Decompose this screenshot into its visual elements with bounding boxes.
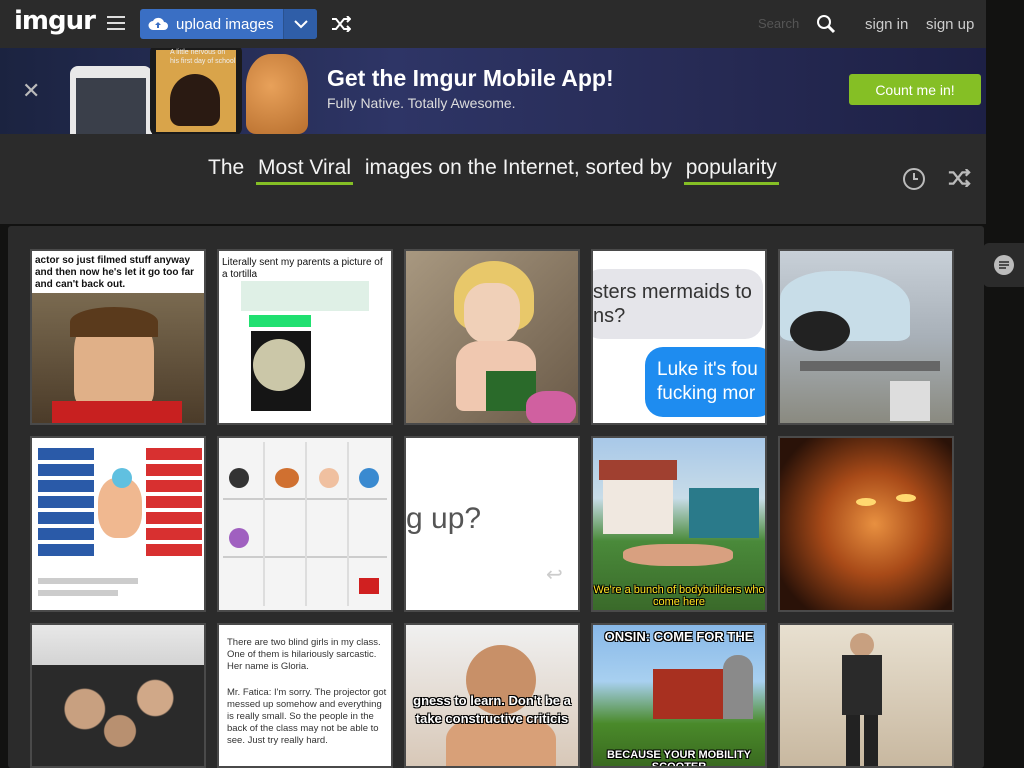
meme-caption: BECAUSE YOUR MOBILITY SCOOTER xyxy=(606,749,752,768)
thumbnail-caption: Literally sent my parents a picture of a… xyxy=(222,257,383,280)
gallery-thumbnail[interactable] xyxy=(778,623,954,768)
phone-caption: A little nervous on his first day of sch… xyxy=(170,49,236,65)
close-icon[interactable]: ✕ xyxy=(22,78,40,104)
meme-caption: take constructive criticis xyxy=(415,711,569,726)
upload-label: upload images xyxy=(176,15,274,33)
headline-middle: images on the Internet, sorted by xyxy=(364,156,672,179)
thumbnail-caption: actor so just filmed stuff anyway and th… xyxy=(35,255,195,290)
gallery-thumbnail[interactable]: sters mermaids to ns? Luke it's fou fuck… xyxy=(591,249,767,425)
upload-images-button[interactable]: upload images xyxy=(140,9,317,39)
cat-image xyxy=(246,54,308,134)
headline: The Most Viral images on the Internet, s… xyxy=(208,156,785,185)
thumbnail-caption: Luke it's fou xyxy=(657,359,758,380)
gallery-thumbnail[interactable] xyxy=(778,249,954,425)
phone-image xyxy=(70,66,152,134)
phone-image: A little nervous on his first day of sch… xyxy=(150,48,242,134)
comment-icon xyxy=(993,255,1014,275)
thumbnail-caption: g up? xyxy=(406,502,482,535)
thumbnail-caption: Mr. Fatica: I'm sorry. The projector got… xyxy=(227,687,387,746)
sign-in-link[interactable]: sign in xyxy=(865,16,908,33)
search-icon[interactable] xyxy=(816,14,836,39)
gallery-thumbnail[interactable] xyxy=(217,436,393,612)
top-bar: imgur upload images Search sign in sign … xyxy=(0,0,986,48)
thumbnail-caption: sters mermaids to xyxy=(593,281,752,303)
banner-title: Get the Imgur Mobile App! xyxy=(327,65,614,91)
sort-headline-bar: The Most Viral images on the Internet, s… xyxy=(0,134,986,224)
gallery-thumbnail[interactable]: Literally sent my parents a picture of a… xyxy=(217,249,393,425)
sign-up-link[interactable]: sign up xyxy=(926,16,974,33)
sort-by-selector[interactable]: popularity xyxy=(683,156,779,185)
menu-icon[interactable] xyxy=(107,16,125,30)
gallery-thumbnail[interactable]: There are two blind girls in my class. O… xyxy=(217,623,393,768)
reply-icon: ↩ xyxy=(546,564,563,586)
random-shuffle-icon[interactable] xyxy=(947,168,971,192)
count-me-in-button[interactable]: Count me in! xyxy=(849,74,981,105)
mobile-app-banner: ✕ A little nervous on his first day of s… xyxy=(0,48,986,134)
meme-caption: We're a bunch of bodybuilders who come h… xyxy=(593,584,765,608)
gallery-thumbnail[interactable] xyxy=(404,249,580,425)
meme-caption: ONSIN: COME FOR THE xyxy=(604,629,754,644)
cloud-upload-icon xyxy=(140,17,176,31)
chevron-down-icon[interactable] xyxy=(283,9,317,39)
meme-caption: gness to learn. Don't be a xyxy=(413,693,571,708)
imgur-logo[interactable]: imgur xyxy=(14,6,96,36)
clock-icon[interactable] xyxy=(902,167,926,196)
comments-tab[interactable] xyxy=(983,243,1024,287)
random-shuffle-icon[interactable] xyxy=(331,15,352,37)
thumbnail-caption: There are two blind girls in my class. O… xyxy=(227,637,381,672)
headline-prefix: The xyxy=(208,156,245,179)
banner-subtitle: Fully Native. Totally Awesome. xyxy=(327,95,516,111)
thumbnail-caption: ns? xyxy=(593,305,626,327)
search-input[interactable]: Search xyxy=(758,16,799,31)
gallery-thumbnail[interactable] xyxy=(778,436,954,612)
gallery-thumbnail[interactable]: actor so just filmed stuff anyway and th… xyxy=(30,249,206,425)
gallery-thumbnail[interactable]: g up? ↩ xyxy=(404,436,580,612)
gallery-thumbnail[interactable] xyxy=(30,436,206,612)
thumbnail-caption: fucking mor xyxy=(657,383,756,404)
gallery-thumbnail[interactable]: ONSIN: COME FOR THE BECAUSE YOUR MOBILIT… xyxy=(591,623,767,768)
sort-type-selector[interactable]: Most Viral xyxy=(256,156,354,185)
gallery-thumbnail[interactable]: We're a bunch of bodybuilders who come h… xyxy=(591,436,767,612)
gallery-thumbnail[interactable] xyxy=(30,623,206,768)
gallery-thumbnail[interactable]: gness to learn. Don't be a take construc… xyxy=(404,623,580,768)
